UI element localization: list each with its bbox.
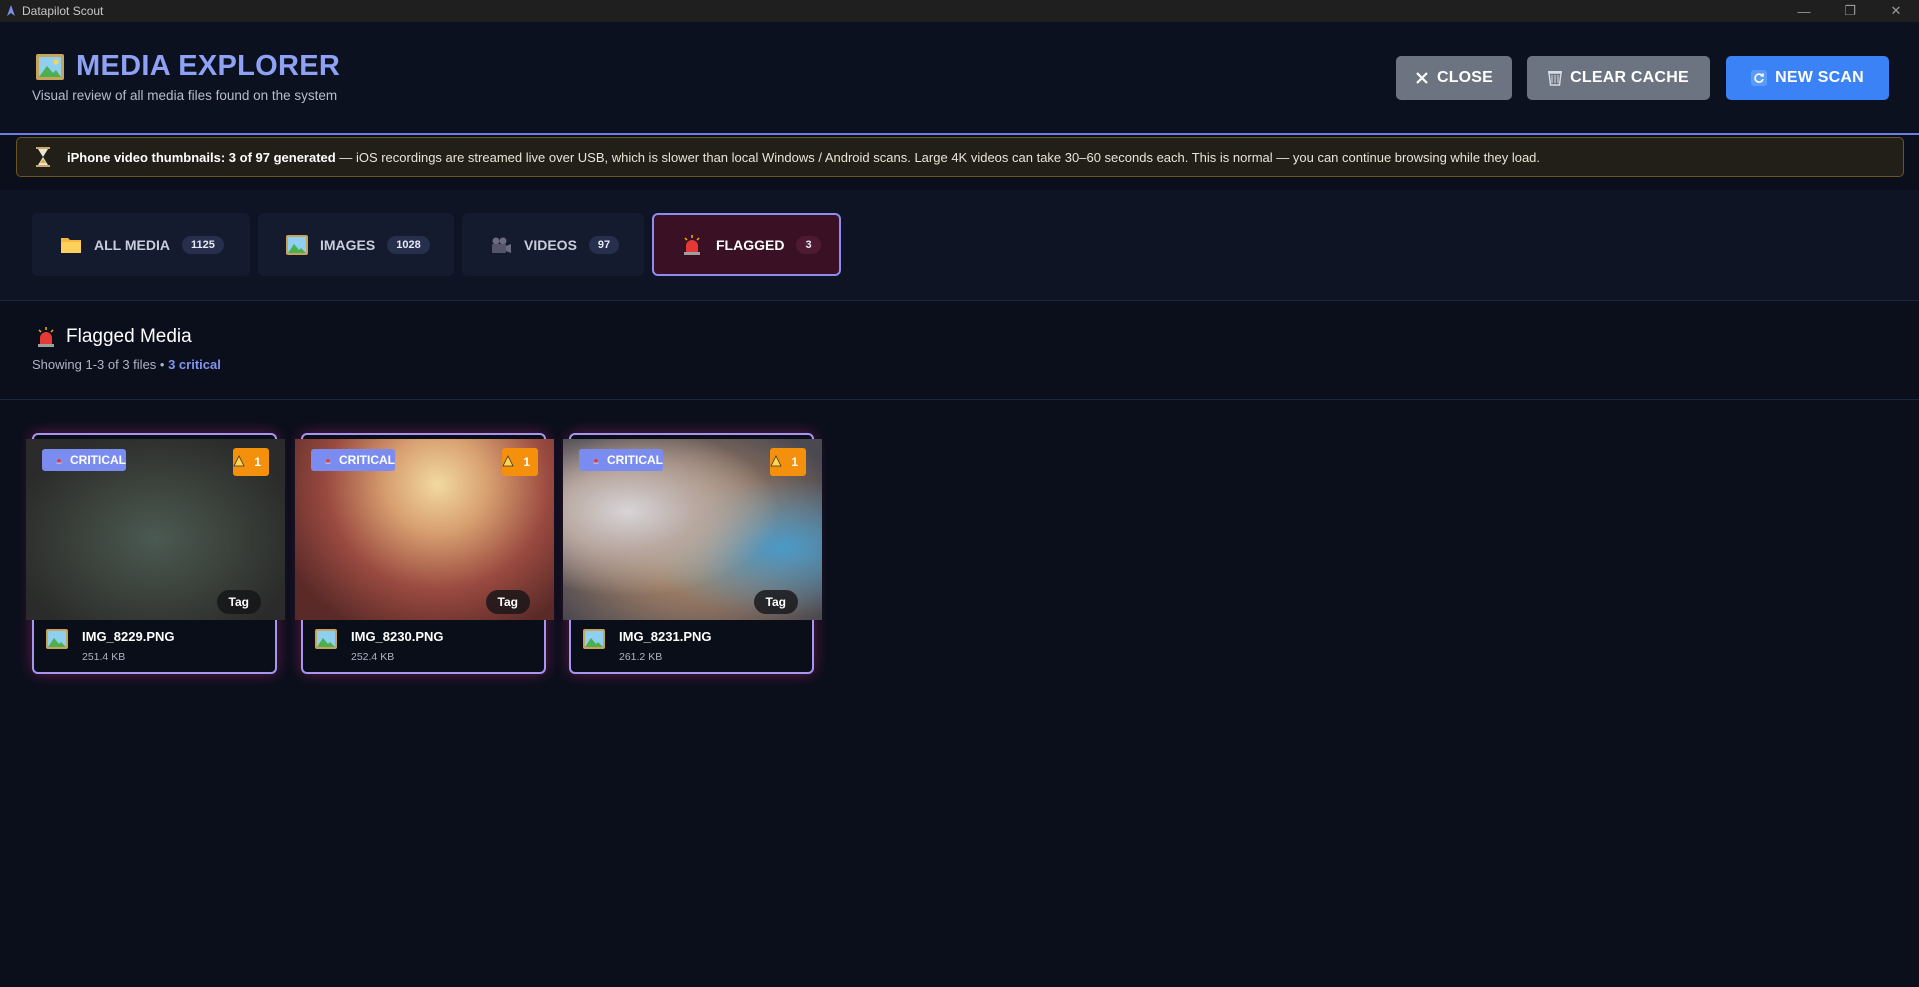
window-controls: — ❐ ✕ (1781, 0, 1919, 22)
thumbnail-progress-banner: iPhone video thumbnails: 3 of 97 generat… (16, 137, 1904, 177)
critical-badge: CRITICAL (42, 449, 126, 471)
media-card[interactable]: CRITICAL 1 Tag IMG_8230.PNG 252.4 KB (295, 433, 554, 674)
tab-images[interactable]: IMAGES 1028 (258, 213, 454, 276)
card-info: IMG_8231.PNG 261.2 KB (571, 621, 812, 672)
new-scan-label: NEW SCAN (1775, 69, 1864, 86)
tab-images-count: 1028 (387, 235, 430, 254)
file-name: IMG_8229.PNG (82, 629, 175, 644)
file-size: 261.2 KB (619, 651, 663, 663)
media-filter-tabs: ALL MEDIA 1125 IMAGES 1028 VIDEOS 97 FLA… (0, 190, 1919, 301)
close-icon (1415, 71, 1429, 85)
warning-badge: 1 (502, 448, 538, 476)
critical-badge-label: CRITICAL (70, 453, 126, 467)
hourglass-icon (36, 147, 50, 167)
clear-cache-button[interactable]: CLEAR CACHE (1527, 56, 1710, 100)
banner-detail-text: — iOS recordings are streamed live over … (335, 149, 1541, 165)
framed-picture-icon (36, 53, 64, 80)
tab-all-media-count: 1125 (181, 235, 224, 254)
warning-icon (502, 455, 514, 467)
file-name: IMG_8230.PNG (351, 629, 444, 644)
media-card[interactable]: CRITICAL 1 Tag IMG_8231.PNG 261.2 KB (563, 433, 822, 674)
tag-button[interactable]: Tag (753, 590, 798, 614)
picture-icon (583, 629, 605, 649)
banner-text: iPhone video thumbnails: 3 of 97 generat… (67, 150, 1540, 165)
tab-flagged-count: 3 (796, 235, 821, 254)
tag-button[interactable]: Tag (216, 590, 261, 614)
page-subtitle: Visual review of all media files found o… (32, 88, 338, 103)
warning-icon (770, 455, 782, 467)
file-size: 251.4 KB (82, 651, 126, 663)
tab-flagged-label: FLAGGED (716, 236, 785, 253)
results-summary: Showing 1-3 of 3 files • 3 critical (32, 357, 221, 372)
media-thumbnail[interactable]: CRITICAL 1 Tag (563, 439, 822, 620)
siren-icon (325, 458, 331, 463)
close-button[interactable]: CLOSE (1396, 56, 1512, 100)
results-count: Showing 1-3 of 3 files • (32, 357, 169, 372)
close-window-button[interactable]: ✕ (1873, 0, 1919, 22)
page-title: MEDIA EXPLORER (76, 50, 341, 82)
tab-videos-label: VIDEOS (524, 236, 577, 253)
critical-badge-label: CRITICAL (339, 453, 395, 467)
siren-icon (38, 327, 54, 347)
flagged-section-header: Flagged Media Showing 1-3 of 3 files • 3… (0, 302, 1919, 400)
window-titlebar: Datapilot Scout — ❐ ✕ (0, 0, 1919, 22)
file-size: 252.4 KB (351, 651, 395, 663)
picture-icon (315, 629, 337, 649)
card-info: IMG_8229.PNG 251.4 KB (34, 621, 275, 672)
page-title-row: MEDIA EXPLORER (36, 50, 340, 83)
siren-icon (56, 458, 62, 463)
card-info: IMG_8230.PNG 252.4 KB (303, 621, 544, 672)
media-thumbnail[interactable]: CRITICAL 1 Tag (295, 439, 554, 620)
warning-icon (233, 455, 245, 467)
close-button-label: CLOSE (1436, 69, 1494, 86)
tab-images-label: IMAGES (320, 236, 376, 253)
folder-icon (60, 235, 82, 255)
warning-count: 1 (791, 455, 798, 469)
warning-badge: 1 (770, 448, 806, 476)
section-title: Flagged Media (66, 326, 192, 347)
picture-icon (286, 234, 308, 255)
video-camera-icon (490, 235, 512, 255)
critical-badge: CRITICAL (579, 449, 663, 471)
tab-videos[interactable]: VIDEOS 97 (462, 213, 644, 276)
tab-videos-count: 97 (588, 235, 620, 254)
critical-count: 3 critical (168, 357, 221, 372)
tab-flagged[interactable]: FLAGGED 3 (652, 213, 841, 276)
critical-badge-label: CRITICAL (607, 453, 663, 467)
maximize-button[interactable]: ❐ (1827, 0, 1873, 22)
window-title: Datapilot Scout (22, 4, 104, 18)
warning-badge: 1 (233, 448, 269, 476)
minimize-button[interactable]: — (1781, 0, 1827, 22)
warning-count: 1 (523, 455, 530, 469)
app-logo-icon (7, 5, 15, 16)
clear-cache-label: CLEAR CACHE (1570, 69, 1689, 86)
tag-button[interactable]: Tag (485, 590, 530, 614)
refresh-icon (1751, 70, 1768, 86)
tab-all-media[interactable]: ALL MEDIA 1125 (32, 213, 250, 276)
media-card[interactable]: CRITICAL 1 Tag IMG_8229.PNG 251.4 KB (26, 433, 285, 674)
tab-all-media-label: ALL MEDIA (94, 236, 170, 253)
file-name: IMG_8231.PNG (619, 629, 712, 644)
critical-badge: CRITICAL (311, 449, 395, 471)
wastebasket-icon (1548, 70, 1563, 86)
siren-icon (593, 458, 599, 463)
page-header: MEDIA EXPLORER Visual review of all medi… (0, 22, 1919, 135)
picture-icon (46, 629, 68, 649)
section-title-row: Flagged Media (36, 326, 192, 348)
siren-icon (682, 234, 704, 255)
new-scan-button[interactable]: NEW SCAN (1726, 56, 1889, 100)
media-thumbnail[interactable]: CRITICAL 1 Tag (26, 439, 285, 620)
banner-bold-text: iPhone video thumbnails: 3 of 97 generat… (67, 149, 336, 165)
warning-count: 1 (254, 455, 261, 469)
